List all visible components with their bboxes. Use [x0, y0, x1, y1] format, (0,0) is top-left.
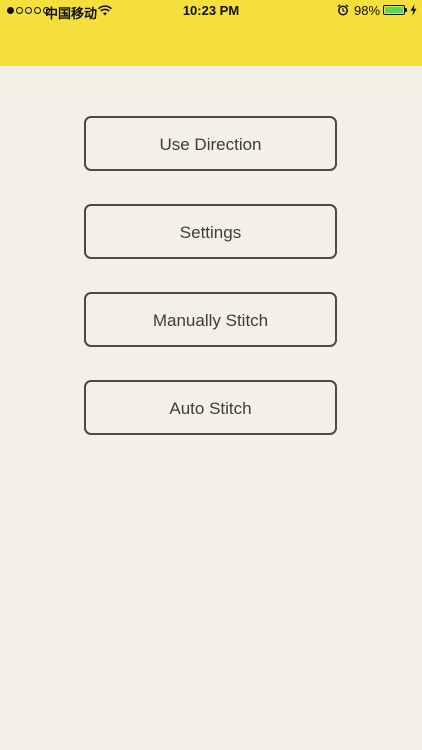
battery-percentage: 98%: [354, 3, 381, 18]
charging-bolt-icon: [410, 4, 417, 19]
manually-stitch-button[interactable]: Manually Stitch: [84, 292, 337, 347]
settings-button[interactable]: Settings: [84, 204, 337, 259]
alarm-icon: [337, 4, 349, 19]
battery-tip: [405, 8, 407, 12]
battery-level-fill: [385, 7, 403, 13]
battery-icon: [383, 5, 405, 15]
use-direction-button[interactable]: Use Direction: [84, 116, 337, 171]
auto-stitch-button[interactable]: Auto Stitch: [84, 380, 337, 435]
status-bar: 中国移动 10:23 PM 98%: [0, 0, 422, 22]
main-menu: Use Direction Settings Manually Stitch A…: [84, 116, 337, 468]
header-bar: 中国移动 10:23 PM 98%: [0, 0, 422, 66]
